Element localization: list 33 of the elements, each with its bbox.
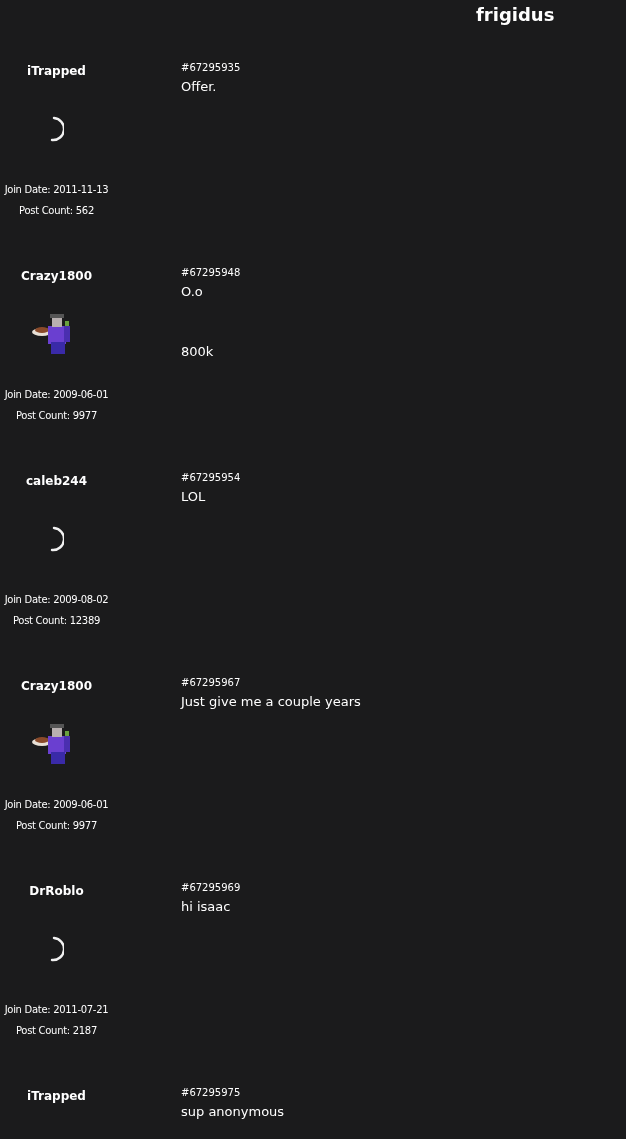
post-count: Post Count: 9977: [16, 819, 97, 833]
username[interactable]: DrRoblo: [29, 883, 84, 899]
post-id: #67295969: [181, 881, 241, 895]
post-count: Post Count: 9977: [16, 409, 97, 423]
join-date: Join Date: 2011-11-13: [4, 183, 109, 197]
post-text: 800k: [181, 343, 215, 361]
username[interactable]: caleb244: [25, 473, 88, 489]
post-id: #67295948: [181, 266, 241, 280]
post-id: #67295935: [181, 61, 241, 75]
username[interactable]: Crazy1800: [21, 678, 92, 694]
username[interactable]: iTrapped: [27, 63, 86, 79]
username[interactable]: Crazy1800: [21, 268, 92, 284]
post-text: Just give me a couple years: [181, 693, 361, 711]
post-id: #67295975: [181, 1086, 242, 1100]
post-count: Post Count: 562: [19, 204, 94, 218]
join-date: Join Date: 2009-06-01: [4, 798, 109, 812]
post-text: Offer.: [181, 78, 218, 96]
join-date: Join Date: 2011-07-21: [4, 1003, 109, 1017]
thread-title: frigidus: [476, 3, 555, 25]
loading-spinner-icon: [49, 526, 64, 552]
post-id: #67295954: [181, 471, 241, 485]
username[interactable]: iTrapped: [27, 1088, 86, 1104]
post-id: #67295967: [181, 676, 242, 690]
post-count: Post Count: 2187: [16, 1024, 97, 1038]
post-text: O.o: [181, 283, 204, 301]
post-count: Post Count: 12389: [12, 614, 101, 628]
post-text: LOL: [181, 488, 207, 506]
join-date: Join Date: 2009-08-02: [4, 593, 109, 607]
loading-spinner-icon: [49, 116, 64, 142]
join-date: Join Date: 2009-06-01: [4, 388, 109, 402]
post-text: sup anonymous: [181, 1103, 285, 1121]
loading-spinner-icon: [49, 936, 64, 962]
post-text: hi isaac: [181, 898, 232, 916]
